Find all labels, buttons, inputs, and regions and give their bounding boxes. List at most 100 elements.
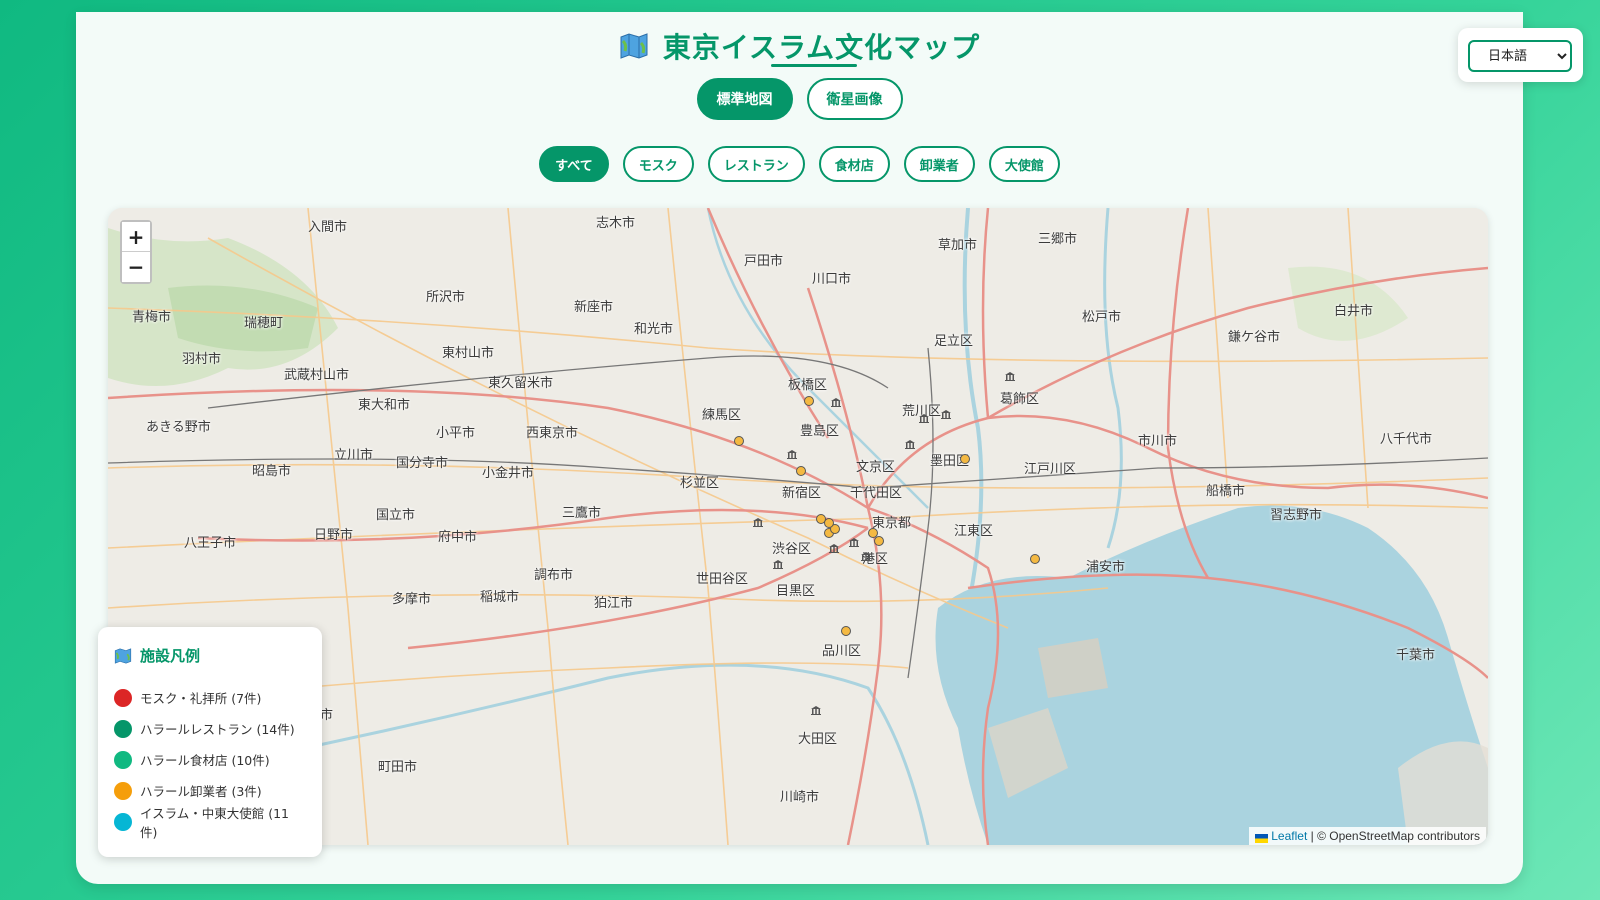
map-place-label: 瑞穂町 (244, 316, 284, 331)
map-place-label: 入間市 (308, 220, 348, 235)
embassy-building-icon[interactable] (828, 538, 840, 553)
map-place-label: 稲城市 (480, 590, 520, 605)
map-place-label: 新座市 (574, 300, 614, 315)
map-place-label: 鎌ケ谷市 (1228, 330, 1281, 345)
page-title: 東京イスラム文化マップ (662, 31, 981, 64)
embassy-building-icon[interactable] (752, 512, 764, 527)
legend-item-label: ハラール卸業者 (3件) (140, 784, 262, 799)
legend-item-label: モスク・礼拝所 (7件) (140, 691, 262, 706)
legend-item: モスク・礼拝所 (7件) (114, 682, 306, 713)
view-standard-map-button[interactable]: 標準地図 (696, 78, 793, 120)
osm-attribution-text: | © OpenStreetMap contributors (1310, 829, 1480, 843)
map-place-label: 東村山市 (442, 346, 495, 361)
ukraine-flag-icon (1255, 832, 1269, 844)
map-place-label: 三郷市 (1038, 232, 1078, 247)
map-place-label: 国分寺市 (396, 456, 449, 471)
filter-wholesaler-button[interactable]: 卸業者 (903, 146, 975, 182)
map-place-label: 青梅市 (132, 310, 172, 325)
legend-item-label: ハラールレストラン (14件) (140, 722, 295, 737)
zoom-out-button[interactable]: − (122, 252, 150, 282)
facility-marker[interactable] (960, 454, 970, 464)
map-place-label: 草加市 (938, 238, 978, 253)
filter-grocery-button[interactable]: 食材店 (818, 146, 890, 182)
facility-marker[interactable] (734, 436, 744, 446)
map-place-label: 葛飾区 (1000, 392, 1040, 407)
map-place-label: 八王子市 (184, 536, 237, 551)
embassy-building-icon[interactable] (1004, 366, 1016, 381)
map-place-label: 多摩市 (392, 592, 432, 607)
filter-all-button[interactable]: すべて (539, 146, 609, 182)
embassy-building-icon[interactable] (830, 392, 842, 407)
map-icon (620, 33, 648, 59)
facility-marker[interactable] (874, 536, 884, 546)
map-place-label: 調布市 (534, 568, 574, 583)
map-place-label: 江戸川区 (1024, 462, 1077, 477)
embassy-building-icon[interactable] (860, 546, 872, 561)
wholesaler-dot-icon (114, 781, 132, 800)
map-place-label: 日野市 (314, 528, 354, 543)
view-satellite-button[interactable]: 衛星画像 (806, 78, 903, 120)
map-place-label: 羽村市 (182, 352, 222, 367)
map-place-label: 狛江市 (594, 596, 634, 611)
grocery-dot-icon (114, 750, 132, 769)
map-place-label: 白井市 (1334, 304, 1374, 319)
facility-marker[interactable] (804, 396, 814, 406)
map-place-label: 昭島市 (252, 464, 292, 479)
map-place-label: 三鷹市 (562, 506, 602, 521)
facility-marker[interactable] (796, 466, 806, 476)
map-place-label: 練馬区 (702, 408, 742, 423)
map-place-label: 千代田区 (850, 486, 903, 501)
map-place-label: 武蔵村山市 (284, 368, 350, 383)
legend-item: イスラム・中東大使館 (11件) (114, 806, 306, 840)
map-place-label: 志木市 (596, 216, 636, 231)
title-underline (771, 64, 857, 67)
embassy-building-icon[interactable] (786, 444, 798, 459)
map-place-label: 江東区 (954, 524, 994, 539)
legend-title-row: 施設凡例 (114, 645, 306, 666)
legend-item: ハラール食材店 (10件) (114, 744, 306, 775)
map-place-label: 船橋市 (1206, 484, 1246, 499)
language-select[interactable]: 日本語 (1468, 40, 1572, 72)
embassy-building-icon[interactable] (848, 532, 860, 547)
map-place-label: 市川市 (1138, 434, 1178, 449)
map-place-label: 八千代市 (1380, 432, 1433, 447)
map-attribution: Leaflet | © OpenStreetMap contributors (1249, 827, 1486, 845)
facility-marker[interactable] (824, 518, 834, 528)
map-place-label: 小金井市 (482, 466, 535, 481)
map-place-label: 戸田市 (744, 254, 784, 269)
legend-item-label: イスラム・中東大使館 (11件) (140, 805, 290, 840)
embassy-building-icon[interactable] (940, 404, 952, 419)
map-place-label: あきる野市 (146, 420, 211, 435)
map-place-label: 品川区 (822, 644, 862, 659)
map-place-label: 千葉市 (1396, 648, 1436, 663)
legend-title: 施設凡例 (140, 647, 201, 665)
map-place-label: 東京都 (872, 516, 912, 531)
map-place-label: 町田市 (378, 760, 418, 775)
facility-legend: 施設凡例 モスク・礼拝所 (7件) ハラールレストラン (14件) ハラール食材… (98, 627, 322, 857)
map-place-label: 目黒区 (776, 584, 816, 599)
filter-restaurant-button[interactable]: レストラン (707, 146, 805, 182)
map-place-label: 浦安市 (1086, 560, 1126, 575)
restaurant-dot-icon (114, 719, 132, 738)
filter-embassy-button[interactable]: 大使館 (988, 146, 1060, 182)
filter-mosque-button[interactable]: モスク (622, 146, 694, 182)
embassy-building-icon[interactable] (918, 408, 930, 423)
title-row: 東京イスラム文化マップ (76, 26, 1523, 66)
map-icon (114, 647, 132, 664)
zoom-in-button[interactable]: + (122, 222, 150, 252)
legend-item: ハラール卸業者 (3件) (114, 775, 306, 806)
facility-marker[interactable] (841, 626, 851, 636)
map-place-label: 川崎市 (780, 790, 820, 805)
leaflet-link[interactable]: Leaflet (1271, 829, 1307, 843)
map-place-label: 大田区 (798, 732, 838, 747)
zoom-control: + − (120, 220, 152, 284)
embassy-building-icon[interactable] (772, 554, 784, 569)
map-place-label: 立川市 (334, 448, 374, 463)
map-place-label: 西東京市 (526, 426, 579, 441)
language-selector-box: 日本語 (1458, 28, 1583, 82)
map-place-label: 小平市 (436, 426, 476, 441)
facility-marker[interactable] (1030, 554, 1040, 564)
map-place-label: 板橋区 (788, 378, 828, 393)
embassy-building-icon[interactable] (810, 700, 822, 715)
embassy-building-icon[interactable] (904, 434, 916, 449)
